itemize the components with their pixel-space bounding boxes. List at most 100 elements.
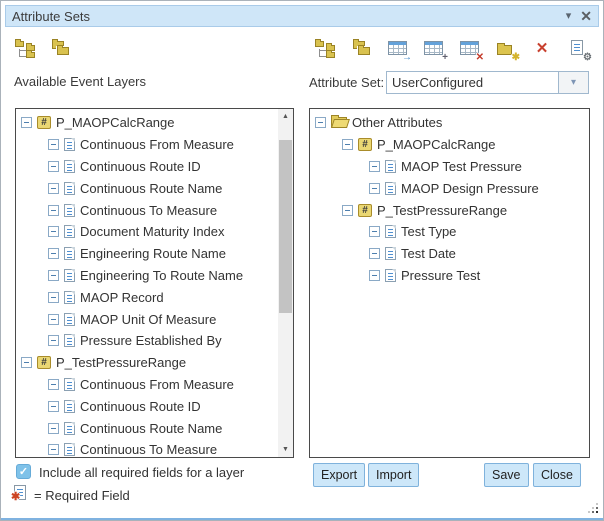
expand-to-tree-icon[interactable] bbox=[15, 37, 37, 59]
tree-item[interactable]: Other Attributes bbox=[310, 112, 589, 134]
collapse-toggle-icon[interactable] bbox=[48, 139, 59, 150]
collapse-toggle-icon[interactable] bbox=[48, 335, 59, 346]
tree-item[interactable]: Test Type bbox=[310, 221, 589, 243]
collapse-toggle-icon[interactable] bbox=[369, 161, 380, 172]
save-button[interactable]: Save bbox=[484, 463, 529, 487]
tree-item-label: Continuous To Measure bbox=[80, 203, 217, 218]
field-icon bbox=[64, 138, 75, 151]
tree-item[interactable]: MAOP Test Pressure bbox=[310, 156, 589, 178]
collapse-toggle-icon[interactable] bbox=[21, 117, 32, 128]
tree-item[interactable]: Continuous To Measure bbox=[16, 199, 278, 221]
tree-item[interactable]: MAOP Unit Of Measure bbox=[16, 308, 278, 330]
resize-grip-icon[interactable] bbox=[587, 503, 598, 514]
close-button[interactable]: Close bbox=[533, 463, 581, 487]
tree-item[interactable]: Continuous Route ID bbox=[16, 395, 278, 417]
collapse-toggle-icon[interactable] bbox=[21, 357, 32, 368]
field-icon bbox=[64, 378, 75, 391]
configure-report-icon[interactable]: ⚙ bbox=[567, 37, 589, 59]
tree-item[interactable]: Continuous To Measure bbox=[16, 439, 278, 457]
available-event-layers-label: Available Event Layers bbox=[14, 74, 146, 89]
attribute-set-dropdown[interactable]: UserConfigured ▾ bbox=[386, 71, 589, 94]
tree-item[interactable]: MAOP Design Pressure bbox=[310, 177, 589, 199]
tree-item-label: Continuous Route ID bbox=[80, 159, 201, 174]
tree-item-label: MAOP Unit Of Measure bbox=[80, 312, 216, 327]
tree-item-label: Continuous To Measure bbox=[80, 442, 217, 457]
tree-item-label: MAOP Record bbox=[80, 290, 164, 305]
tree-item-label: Other Attributes bbox=[352, 115, 442, 130]
tree-item[interactable]: #P_MAOPCalcRange bbox=[310, 134, 589, 156]
collapse-toggle-icon[interactable] bbox=[48, 270, 59, 281]
field-icon bbox=[64, 422, 75, 435]
available-layers-panel: #P_MAOPCalcRangeContinuous From MeasureC… bbox=[15, 108, 294, 458]
required-asterisk-icon: ✱ bbox=[11, 492, 20, 503]
collapse-toggle-icon[interactable] bbox=[48, 226, 59, 237]
vertical-scrollbar[interactable]: ▲ ▼ bbox=[278, 109, 293, 457]
export-button[interactable]: Export bbox=[313, 463, 365, 487]
collapse-toggle-icon[interactable] bbox=[342, 139, 353, 150]
field-icon bbox=[64, 400, 75, 413]
titlebar[interactable]: Attribute Sets ▾ ✕ bbox=[5, 5, 599, 27]
collapse-window-icon[interactable]: ▾ bbox=[566, 11, 572, 22]
collapse-toggle-icon[interactable] bbox=[48, 401, 59, 412]
tree-item[interactable]: #P_MAOPCalcRange bbox=[16, 112, 278, 134]
tree-item[interactable]: Document Maturity Index bbox=[16, 221, 278, 243]
collapse-toggle-icon[interactable] bbox=[48, 314, 59, 325]
collapse-toggle-icon[interactable] bbox=[48, 423, 59, 434]
scroll-up-icon[interactable]: ▲ bbox=[278, 109, 293, 124]
dropdown-button[interactable]: ▾ bbox=[558, 72, 588, 93]
collapse-toggle-icon[interactable] bbox=[369, 270, 380, 281]
folder-icon bbox=[331, 117, 347, 128]
event-icon: # bbox=[358, 138, 372, 151]
tree-item[interactable]: Continuous From Measure bbox=[16, 134, 278, 156]
collapse-toggle-icon[interactable] bbox=[48, 248, 59, 259]
tree-item-label: Pressure Established By bbox=[80, 333, 222, 348]
field-icon bbox=[64, 247, 75, 260]
tree-item[interactable]: Pressure Test bbox=[310, 265, 589, 287]
export-table-icon[interactable]: → bbox=[387, 37, 409, 59]
remove-table-icon[interactable]: ✕ bbox=[459, 37, 481, 59]
collapse-toggle-icon[interactable] bbox=[48, 379, 59, 390]
add-table-icon[interactable]: + bbox=[423, 37, 445, 59]
tree-item-label: Continuous Route Name bbox=[80, 181, 222, 196]
collapse-folders-icon[interactable] bbox=[50, 37, 72, 59]
tree-item[interactable]: Engineering Route Name bbox=[16, 243, 278, 265]
collapse-folders-icon[interactable] bbox=[351, 37, 373, 59]
tree-item[interactable]: MAOP Record bbox=[16, 286, 278, 308]
collapse-toggle-icon[interactable] bbox=[315, 117, 326, 128]
collapse-toggle-icon[interactable] bbox=[342, 205, 353, 216]
tree-item[interactable]: #P_TestPressureRange bbox=[16, 352, 278, 374]
right-toolbar: → + ✕ ✱ ✕ ⚙ bbox=[315, 36, 589, 60]
field-icon bbox=[64, 443, 75, 456]
import-button[interactable]: Import bbox=[368, 463, 419, 487]
new-attribute-set-folder-icon[interactable]: ✱ bbox=[495, 37, 517, 59]
field-icon bbox=[385, 247, 396, 260]
tree-item[interactable]: Test Date bbox=[310, 243, 589, 265]
collapse-toggle-icon[interactable] bbox=[369, 183, 380, 194]
collapse-toggle-icon[interactable] bbox=[48, 183, 59, 194]
collapse-toggle-icon[interactable] bbox=[369, 226, 380, 237]
collapse-toggle-icon[interactable] bbox=[369, 248, 380, 259]
collapse-toggle-icon[interactable] bbox=[48, 161, 59, 172]
close-window-icon[interactable]: ✕ bbox=[580, 9, 592, 23]
tree-item-label: Pressure Test bbox=[401, 268, 480, 283]
delete-icon[interactable]: ✕ bbox=[531, 37, 553, 59]
tree-item[interactable]: Continuous Route ID bbox=[16, 156, 278, 178]
tree-item[interactable]: Continuous Route Name bbox=[16, 177, 278, 199]
attribute-set-tree: Other Attributes #P_MAOPCalcRange MAOP Tes… bbox=[310, 109, 589, 457]
collapse-toggle-icon[interactable] bbox=[48, 205, 59, 216]
tree-item-label: Test Date bbox=[401, 246, 456, 261]
scrollbar-thumb[interactable] bbox=[279, 140, 292, 313]
collapse-toggle-icon[interactable] bbox=[48, 292, 59, 303]
field-icon bbox=[385, 225, 396, 238]
tree-item[interactable]: Continuous From Measure bbox=[16, 374, 278, 396]
expand-to-tree-icon[interactable] bbox=[315, 37, 337, 59]
tree-item[interactable]: Continuous Route Name bbox=[16, 417, 278, 439]
tree-item[interactable]: Pressure Established By bbox=[16, 330, 278, 352]
collapse-toggle-icon[interactable] bbox=[48, 444, 59, 455]
scroll-down-icon[interactable]: ▼ bbox=[278, 442, 293, 457]
include-required-fields-checkbox[interactable]: ✓ bbox=[16, 464, 31, 479]
field-icon bbox=[385, 160, 396, 173]
tree-item[interactable]: Engineering To Route Name bbox=[16, 265, 278, 287]
tree-item-label: MAOP Test Pressure bbox=[401, 159, 522, 174]
tree-item[interactable]: #P_TestPressureRange bbox=[310, 199, 589, 221]
